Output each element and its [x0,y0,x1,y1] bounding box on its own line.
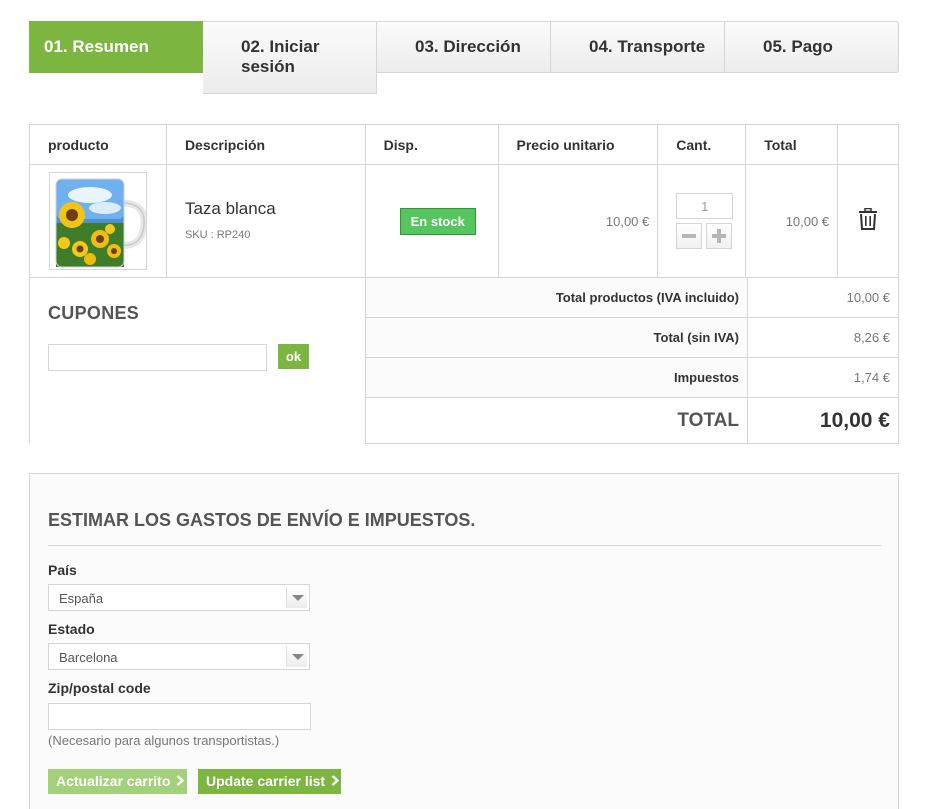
total-net-label: Total (sin IVA) [365,317,748,358]
state-select[interactable]: Barcelona [48,643,310,670]
country-label: País [48,562,77,578]
table-row: Taza blanca SKU : RP240 En stock 10,00 €… [29,164,899,278]
shipping-estimate-title: ESTIMAR LOS GASTOS DE ENVÍO E IMPUESTOS. [48,510,476,530]
minus-icon [682,234,697,238]
header-total: Total [745,124,839,165]
plus-icon [712,229,727,243]
chevron-right-icon [331,775,340,786]
header-quantity: Cant. [657,124,747,165]
checkout-steps: 01. Resumen 02. Iniciar sesión 03. Direc… [29,21,899,94]
step-shipping[interactable]: 04. Transporte [551,21,725,73]
state-value: Barcelona [59,650,118,665]
chevron-down-icon [286,646,307,667]
total-net-row: Total (sin IVA) 8,26 € [365,317,899,358]
coupon-section: CUPONES ok [29,277,366,443]
grand-total-value: 10,00 € [747,397,899,444]
stock-badge: En stock [399,207,476,235]
update-cart-button[interactable]: Actualizar carrito [48,769,187,794]
description-cell: Taza blanca SKU : RP240 [165,164,366,278]
chevron-down-icon [286,587,307,608]
tax-value: 1,74 € [747,357,899,398]
header-product: producto [29,124,167,165]
product-name-link[interactable]: Taza blanca [185,199,365,219]
grand-total-row: TOTAL 10,00 € [365,397,899,444]
tax-row: Impuestos 1,74 € [365,357,899,398]
zip-note: (Necesario para algunos transportistas.) [48,733,280,748]
update-carrier-list-button[interactable]: Update carrier list [198,769,341,794]
trash-icon[interactable] [858,207,878,230]
divider [48,545,881,546]
decrease-quantity-button[interactable] [676,223,703,249]
zip-label: Zip/postal code [48,680,151,696]
step-payment[interactable]: 05. Pago [725,21,899,73]
header-availability: Disp. [364,124,499,165]
country-select[interactable]: España [48,584,310,611]
delete-cell [837,164,899,278]
tax-label: Impuestos [365,357,748,398]
product-image[interactable] [49,172,147,270]
state-label: Estado [48,621,95,637]
total-net-value: 8,26 € [747,317,899,358]
total-products-row: Total productos (IVA incluido) 10,00 € [365,277,899,318]
total-products-label: Total productos (IVA incluido) [365,277,748,318]
product-cell [29,164,167,278]
product-sku: SKU : RP240 [184,229,251,241]
line-total: 10,00 € [745,164,839,278]
header-description: Descripción [165,124,366,165]
totals-table: Total productos (IVA incluido) 10,00 € T… [365,277,899,444]
step-login[interactable]: 02. Iniciar sesión [203,21,377,94]
cart-header-row: producto Descripción Disp. Precio unitar… [29,124,899,165]
increase-quantity-button[interactable] [706,223,733,249]
cart-table: producto Descripción Disp. Precio unitar… [29,124,899,278]
country-value: España [59,591,104,606]
header-actions [837,124,899,165]
total-products-value: 10,00 € [747,277,899,318]
header-unit-price: Precio unitario [497,124,659,165]
update-carrier-list-label: Update carrier list [206,773,326,789]
chevron-right-icon [176,775,185,786]
step-address[interactable]: 03. Dirección [377,21,551,73]
unit-price: 10,00 € [497,164,659,278]
coupon-ok-button[interactable]: ok [278,344,309,369]
availability-cell: En stock [364,164,499,278]
quantity-stepper [676,223,745,249]
quantity-input[interactable]: 1 [676,193,734,219]
shipping-estimate-panel: ESTIMAR LOS GASTOS DE ENVÍO E IMPUESTOS.… [29,473,899,809]
zip-input[interactable] [48,703,311,730]
grand-total-label: TOTAL [365,397,748,444]
step-login-label: 02. Iniciar sesión [241,37,320,76]
coupon-input[interactable] [48,344,267,371]
coupon-title: CUPONES [48,303,140,323]
step-summary[interactable]: 01. Resumen [29,21,204,73]
mug-image [50,173,146,269]
quantity-cell: 1 [657,164,747,278]
update-cart-label: Actualizar carrito [56,773,171,789]
